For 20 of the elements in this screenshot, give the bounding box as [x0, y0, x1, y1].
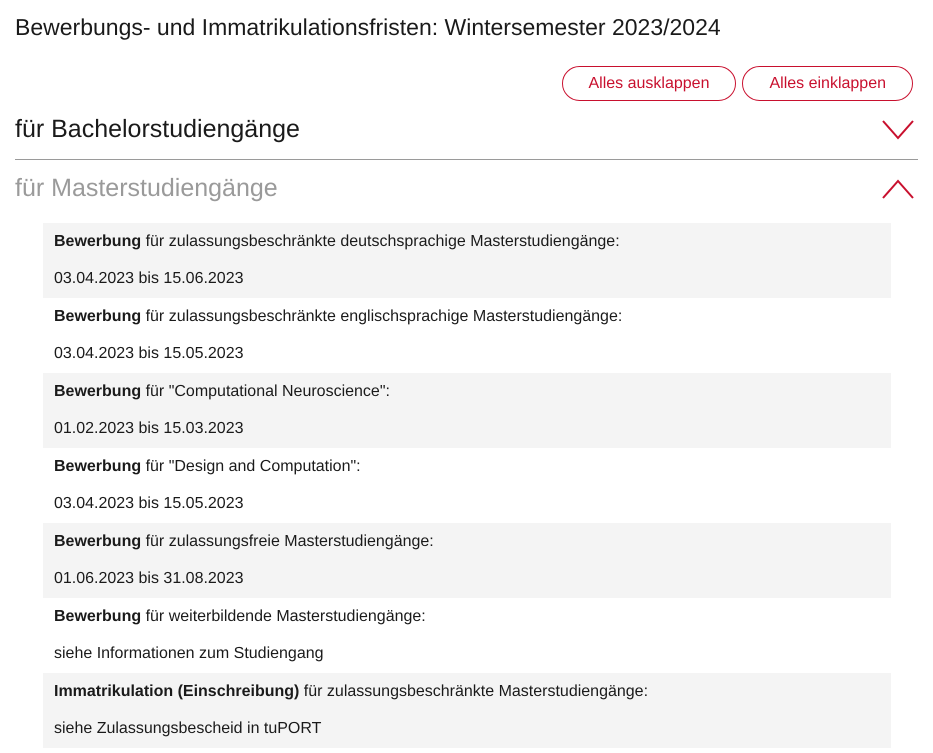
deadline-heading: Immatrikulation (Einschreibung) für zulassungsbeschränkte Masterstudiengänge:: [54, 682, 648, 702]
deadline-date: 03.04.2023 bis 15.05.2023: [54, 494, 244, 514]
deadline-heading: Bewerbung für zulassungsbeschränkte deutschsprachige Masterstudiengänge:: [54, 232, 620, 252]
deadline-heading: Bewerbung für zulassungsbeschränkte englischsprachige Masterstudiengänge:: [54, 307, 622, 327]
deadline-date: 03.04.2023 bis 15.06.2023: [54, 269, 244, 289]
page-title: Bewerbungs- und Immatrikulationsfristen: Wintersemester 2023/2024: [15, 13, 721, 42]
deadline-date: 03.04.2023 bis 15.05.2023: [54, 344, 244, 364]
collapse-all-button[interactable]: Alles einklappen: [742, 66, 913, 101]
section-title: für Masterstudiengänge: [15, 173, 278, 204]
deadline-date: 01.06.2023 bis 31.08.2023: [54, 569, 244, 589]
deadline-date: 01.02.2023 bis 15.03.2023: [54, 419, 244, 439]
section-header[interactable]: für Bachelorstudiengänge: [15, 101, 918, 159]
deadline-date: siehe Informationen zum Studiengang: [54, 644, 324, 664]
deadline-date: siehe Zulassungsbescheid in tuPORT: [54, 719, 322, 739]
deadline-heading: Bewerbung für "Design and Computation":: [54, 457, 361, 477]
deadline-heading: Bewerbung für zulassungsfreie Masterstudiengänge:: [54, 532, 434, 552]
deadline-heading: Bewerbung für "Computational Neuroscience":: [54, 382, 390, 402]
expand-all-button[interactable]: Alles ausklappen: [562, 66, 736, 101]
section-title: für Bachelorstudiengänge: [15, 114, 300, 146]
deadline-heading: Bewerbung für weiterbildende Masterstudiengänge:: [54, 607, 426, 627]
